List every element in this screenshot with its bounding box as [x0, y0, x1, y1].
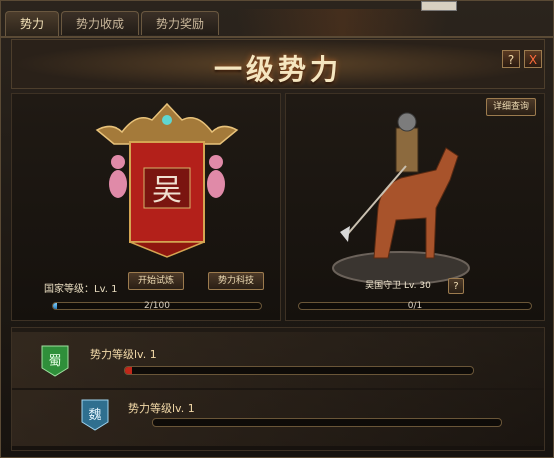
tab-bar: 势力 势力收成 势力奖励 — [5, 11, 220, 37]
country-progress-text: 2/100 — [144, 301, 170, 311]
question-icon: ? — [507, 53, 515, 67]
wei-emblem-icon: 魏 — [81, 399, 109, 431]
decoration-glow — [237, 9, 447, 37]
faction-banner-icon: 吴 — [95, 102, 239, 258]
faction-level-list: 蜀 势力等级lv. 1 魏 势力等级lv. 1 — [11, 327, 545, 451]
banner-char: 吴 — [152, 173, 182, 208]
wei-emblem-char: 魏 — [88, 408, 101, 423]
faction-tech-button[interactable]: 势力科技 — [208, 272, 264, 290]
tab-divider — [1, 36, 553, 38]
shu-emblem-icon: 蜀 — [41, 345, 69, 377]
row-label: 势力等级lv. 1 — [90, 348, 157, 361]
header: 一级势力 ? X — [11, 39, 545, 89]
close-button[interactable]: X — [524, 50, 542, 68]
row-progress-fill — [125, 367, 132, 374]
shu-emblem-char: 蜀 — [48, 354, 61, 369]
close-icon: X — [528, 53, 538, 67]
detail-query-button[interactable]: 详细查询 — [486, 98, 536, 116]
tab-harvest[interactable]: 势力收成 — [61, 11, 140, 35]
help-button[interactable]: ? — [502, 50, 520, 68]
page-title: 一级势力 — [213, 53, 342, 86]
country-panel: 吴 国家等级：Lv. 1 开始试炼 势力科技 2/100 — [11, 93, 281, 321]
guard-panel: 详细查询 吴国守卫 Lv. 30 ? 0/1 — [285, 93, 545, 321]
list-item: 魏 势力等级lv. 1 — [12, 390, 544, 446]
mounted-guard-icon — [332, 112, 470, 285]
guard-help-button[interactable]: ? — [448, 278, 464, 294]
question-icon: ? — [453, 281, 459, 292]
row-label: 势力等级lv. 1 — [128, 402, 195, 415]
start-trial-button[interactable]: 开始试炼 — [128, 272, 184, 290]
tab-faction[interactable]: 势力 — [5, 11, 60, 37]
row-progress-bar — [124, 366, 474, 375]
faction-window: 势力 势力收成 势力奖励 一级势力 ? X 吴 国家等级：Lv. 1 开始试炼 … — [0, 0, 554, 458]
row-progress-bar — [152, 418, 502, 427]
guard-progress-text: 0/1 — [407, 301, 423, 311]
list-item: 蜀 势力等级lv. 1 — [12, 332, 544, 388]
tab-reward[interactable]: 势力奖励 — [141, 11, 220, 35]
country-level-label: 国家等级：Lv. 1 — [44, 284, 118, 295]
guard-label: 吴国守卫 Lv. 30 — [365, 281, 431, 291]
